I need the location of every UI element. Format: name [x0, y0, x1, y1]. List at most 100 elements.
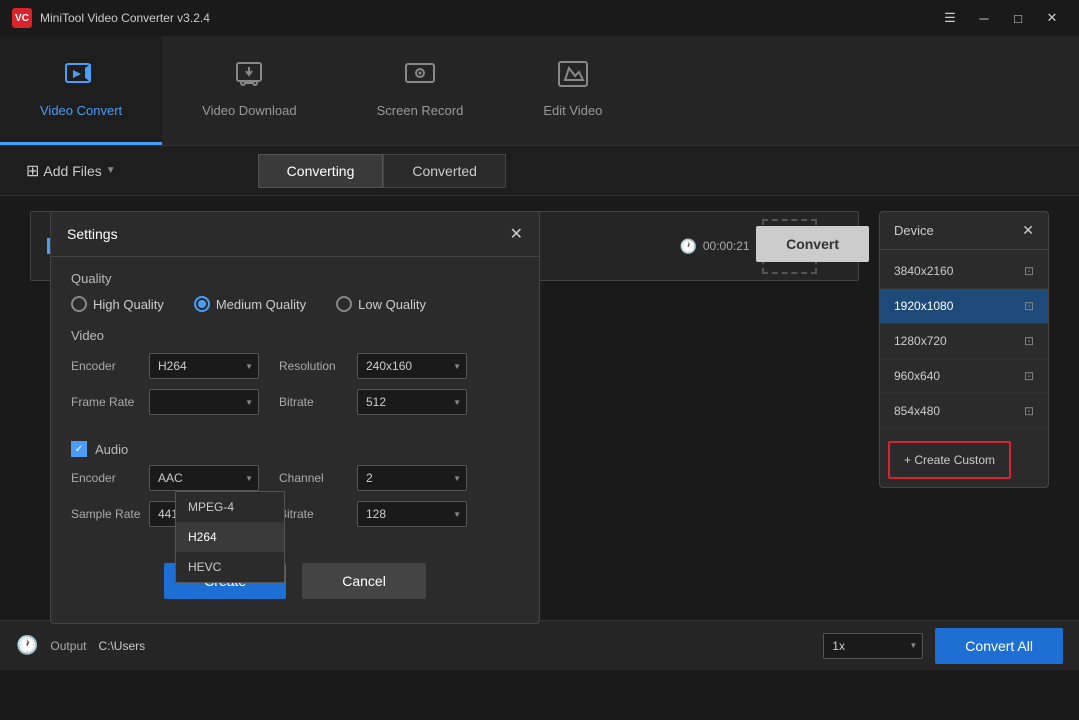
video-bitrate-select[interactable]: 512 128 256 1024 [357, 389, 467, 415]
framerate-row: Frame Rate 24 30 60 Bitrate 5 [71, 389, 519, 415]
resolution-label: Resolution [279, 359, 349, 373]
resolution-960-label: 960x640 [894, 369, 940, 383]
resolution-item-3840[interactable]: 3840x2160 ⊡ [880, 254, 1048, 289]
cancel-button[interactable]: Cancel [302, 563, 426, 599]
add-files-button[interactable]: ⊞ Add Files ▼ [16, 155, 126, 187]
medium-quality-radio[interactable] [194, 296, 210, 312]
dialog-close-button[interactable]: ✕ [510, 224, 523, 244]
menu-button[interactable]: ☰ [935, 7, 965, 29]
framerate-select-wrapper: 24 30 60 [149, 389, 259, 415]
resolution-panel-title: Device [894, 223, 934, 238]
encoder-option-mpeg4[interactable]: MPEG-4 [176, 492, 284, 522]
convert-all-button[interactable]: Convert All [935, 628, 1063, 664]
channel-select[interactable]: 2 1 [357, 465, 467, 491]
close-button[interactable]: ✕ [1037, 7, 1067, 29]
add-files-dropdown-icon[interactable]: ▼ [106, 165, 116, 176]
app-title: MiniTool Video Converter v3.2.4 [40, 11, 210, 25]
video-section: Video Encoder H264 MPEG-4 HEVC Resolutio… [51, 318, 539, 435]
encoder-row: Encoder H264 MPEG-4 HEVC Resolution 240x… [71, 353, 519, 379]
nav-screen-record[interactable]: Screen Record [337, 36, 504, 145]
encoder-select[interactable]: H264 MPEG-4 HEVC [149, 353, 259, 379]
encoder-option-h264[interactable]: H264 [176, 522, 284, 552]
channel-label: Channel [279, 471, 349, 485]
nav-video-convert[interactable]: Video Convert [0, 36, 162, 145]
high-quality-label: High Quality [93, 297, 164, 312]
low-quality-label: Low Quality [358, 297, 426, 312]
framerate-select[interactable]: 24 30 60 [149, 389, 259, 415]
quality-radio-group: High Quality Medium Quality Low Quality [71, 296, 519, 312]
low-quality-radio[interactable] [336, 296, 352, 312]
resolution-3840-edit-icon[interactable]: ⊡ [1024, 264, 1034, 278]
audio-encoder-label: Encoder [71, 471, 141, 485]
main-area: : 2 🕐 00:00:21 ↖ ✎ Convert Settings ✕ Qu… [0, 196, 1079, 670]
channel-field: Channel 2 1 [279, 465, 467, 491]
audio-encoder-select-wrapper: AAC MP3 [149, 465, 259, 491]
encoder-select-wrapper: H264 MPEG-4 HEVC [149, 353, 259, 379]
audio-checkbox-label[interactable]: Audio [71, 441, 519, 457]
audio-bitrate-label: Bitrate [279, 507, 349, 521]
audio-bitrate-select[interactable]: 128 64 192 320 [357, 501, 467, 527]
title-bar-controls: ☰ ─ □ ✕ [935, 7, 1067, 29]
audio-section: Audio Encoder AAC MP3 Channel [51, 435, 539, 543]
resolution-panel-close[interactable]: ✕ [1022, 222, 1034, 239]
nav-video-download[interactable]: Video Download [162, 36, 336, 145]
dialog-buttons: Create Cancel [51, 543, 539, 603]
resolution-960-edit-icon[interactable]: ⊡ [1024, 369, 1034, 383]
tab-converted[interactable]: Converted [383, 154, 506, 188]
quality-section: Quality High Quality Medium Quality Low … [51, 257, 539, 318]
title-bar-left: VC MiniTool Video Converter v3.2.4 [12, 8, 210, 28]
audio-encoder-select[interactable]: AAC MP3 [149, 465, 259, 491]
medium-quality-option[interactable]: Medium Quality [194, 296, 306, 312]
speed-select[interactable]: 1x 2x 4x 8x [823, 633, 923, 659]
resolution-3840-label: 3840x2160 [894, 264, 953, 278]
resolution-item-1280[interactable]: 1280x720 ⊡ [880, 324, 1048, 359]
nav-edit-video[interactable]: Edit Video [503, 36, 642, 145]
minimize-button[interactable]: ─ [969, 7, 999, 29]
resolution-select-wrapper: 240x160 480x320 720x480 1280x720 1920x10… [357, 353, 467, 379]
audio-bitrate-field: Bitrate 128 64 192 320 [279, 501, 467, 527]
resolution-854-edit-icon[interactable]: ⊡ [1024, 404, 1034, 418]
audio-label: Audio [95, 442, 128, 457]
resolution-1920-edit-icon[interactable]: ⊡ [1024, 299, 1034, 313]
resolution-1280-edit-icon[interactable]: ⊡ [1024, 334, 1034, 348]
sample-rate-row: Sample Rate 44100 22050 48000 Bitrate 12… [71, 501, 519, 527]
encoder-field: Encoder H264 MPEG-4 HEVC [71, 353, 259, 379]
bottom-bar: 🕐 Output C:\Users 1x 2x 4x 8x Convert Al… [0, 620, 1079, 670]
nav-video-convert-label: Video Convert [40, 103, 122, 118]
resolution-panel: Device ✕ 3840x2160 ⊡ 1920x1080 ⊡ 1280x72… [879, 211, 1049, 488]
high-quality-radio[interactable] [71, 296, 87, 312]
nav-edit-video-label: Edit Video [543, 103, 602, 118]
nav-bar: Video Convert Video Download Screen Reco… [0, 36, 1079, 146]
convert-button[interactable]: Convert [756, 226, 869, 262]
settings-dialog: Settings ✕ Quality High Quality Medium Q… [50, 211, 540, 624]
encoder-option-hevc[interactable]: HEVC [176, 552, 284, 582]
edit-video-icon [557, 60, 589, 95]
framerate-field: Frame Rate 24 30 60 [71, 389, 259, 415]
tab-converting[interactable]: Converting [258, 154, 384, 188]
maximize-button[interactable]: □ [1003, 7, 1033, 29]
high-quality-option[interactable]: High Quality [71, 296, 164, 312]
add-files-label: Add Files [43, 163, 101, 179]
medium-quality-label: Medium Quality [216, 297, 306, 312]
screen-record-icon [404, 60, 436, 95]
video-section-label: Video [71, 328, 519, 343]
resolution-1920-label: 1920x1080 [894, 299, 953, 313]
resolution-item-960[interactable]: 960x640 ⊡ [880, 359, 1048, 394]
encoder-label: Encoder [71, 359, 141, 373]
framerate-label: Frame Rate [71, 395, 141, 409]
sample-rate-label: Sample Rate [71, 507, 141, 521]
resolution-panel-header: Device ✕ [880, 212, 1048, 250]
title-bar: VC MiniTool Video Converter v3.2.4 ☰ ─ □… [0, 0, 1079, 36]
resolution-item-1920[interactable]: 1920x1080 ⊡ [880, 289, 1048, 324]
audio-checkbox[interactable] [71, 441, 87, 457]
resolution-select[interactable]: 240x160 480x320 720x480 1280x720 1920x10… [357, 353, 467, 379]
video-bitrate-select-wrapper: 512 128 256 1024 [357, 389, 467, 415]
low-quality-option[interactable]: Low Quality [336, 296, 426, 312]
create-custom-button[interactable]: + Create Custom [888, 441, 1011, 479]
nav-video-download-label: Video Download [202, 103, 296, 118]
tab-group: Converting Converted [258, 154, 506, 188]
audio-encoder-field: Encoder AAC MP3 [71, 465, 259, 491]
clip-info: 🕐 00:00:21 [679, 238, 749, 255]
resolution-1280-label: 1280x720 [894, 334, 947, 348]
resolution-item-854[interactable]: 854x480 ⊡ [880, 394, 1048, 429]
